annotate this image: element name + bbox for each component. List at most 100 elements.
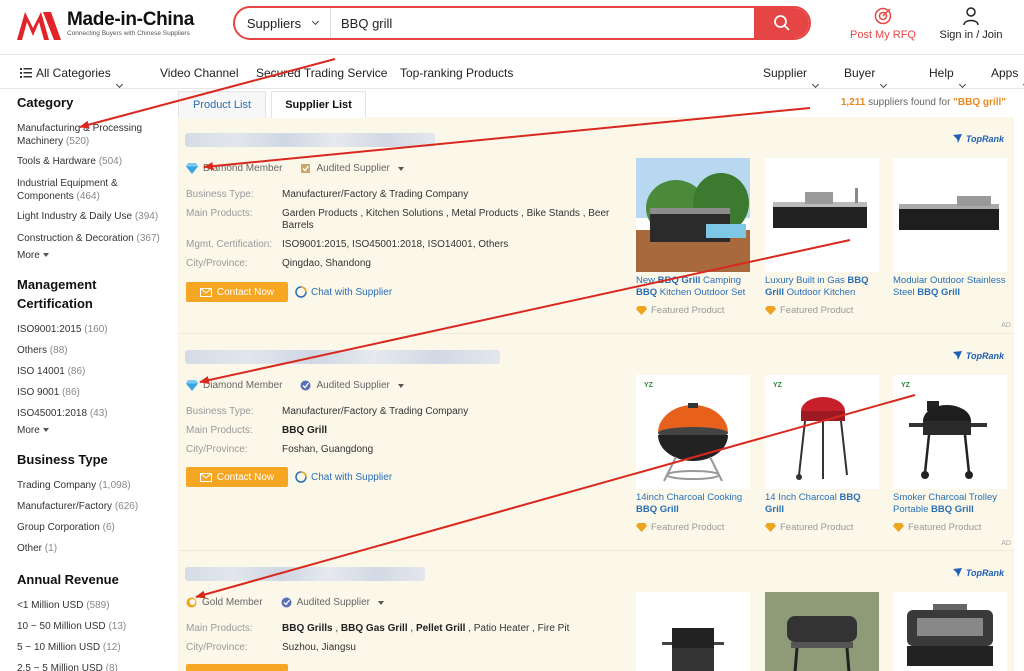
product-tile[interactable] (636, 592, 750, 671)
logo[interactable]: Made-in-China Connecting Buyers with Chi… (17, 8, 194, 40)
product-image[interactable] (636, 592, 750, 671)
secured-trading-link[interactable]: Secured Trading Service (256, 66, 387, 80)
cert-more-link[interactable]: More (17, 425, 49, 436)
product-title[interactable]: Modular Outdoor Stainless Steel BBQ Gril… (893, 275, 1007, 301)
category-item[interactable]: Light Industry & Daily Use (394) (17, 210, 167, 223)
business-label: Other (17, 543, 43, 554)
apps-menu[interactable]: Apps (991, 66, 1024, 89)
business-type-item[interactable]: Other (1) (17, 542, 167, 555)
audited-icon (281, 597, 292, 608)
caret-down-icon[interactable] (397, 166, 404, 171)
chevron-down-icon (880, 80, 888, 89)
revenue-count: (13) (108, 621, 127, 632)
cert-item[interactable]: ISO 14001 (86) (17, 365, 167, 378)
cert-item[interactable]: ISO9001:2015 (160) (17, 323, 167, 336)
product-tile[interactable]: YZ 14 Inch Charcoal BBQ Grill Featured P… (765, 375, 879, 533)
product-image[interactable]: YZ (636, 375, 750, 489)
product-title[interactable]: 14 Inch Charcoal BBQ Grill (765, 492, 879, 518)
product-image[interactable]: YZ (765, 375, 879, 489)
product-image[interactable] (893, 592, 1007, 671)
revenue-label: 2.5 ~ 5 Million USD (17, 663, 103, 671)
product-image[interactable]: YZ (893, 375, 1007, 489)
results-query: "BBQ grill" (953, 97, 1006, 108)
all-categories-menu[interactable]: All Categories (20, 66, 123, 89)
caret-down-icon[interactable] (397, 383, 404, 388)
product-tile[interactable]: YZ Smoker Charcoal Trolley Portable BBQ … (893, 375, 1007, 533)
revenue-item[interactable]: <1 Million USD (589) (17, 599, 167, 612)
member-level[interactable]: Diamond Member (203, 163, 282, 174)
category-title: Category (17, 95, 74, 110)
revenue-item[interactable]: 5 ~ 10 Million USD (12) (17, 641, 167, 654)
contact-now-button[interactable]: Contact Now (186, 467, 288, 487)
video-channel-link[interactable]: Video Channel (160, 66, 239, 80)
product-title[interactable]: Smoker Charcoal Trolley Portable BBQ Gri… (893, 492, 1007, 518)
contact-now-button[interactable] (186, 664, 288, 671)
product-image[interactable] (893, 158, 1007, 272)
product-title[interactable]: 14inch Charcoal Cooking BBQ Grill (636, 492, 750, 518)
audited-supplier-label[interactable]: Audited Supplier (297, 597, 370, 608)
cert-label: ISO9001:2015 (17, 324, 82, 335)
revenue-label: 10 ~ 50 Million USD (17, 621, 106, 632)
signin-link[interactable]: Sign in / Join (935, 6, 1007, 41)
category-label: Construction & Decoration (17, 233, 134, 244)
product-tile[interactable]: Luxury Built in Gas BBQ Grill Outdoor Ki… (765, 158, 879, 316)
tab-product-list[interactable]: Product List (178, 91, 266, 118)
supplier-name-blurred[interactable] (185, 567, 425, 581)
product-tile[interactable] (765, 592, 879, 671)
product-tile[interactable]: Modular Outdoor Stainless Steel BBQ Gril… (893, 158, 1007, 305)
chat-with-supplier-link[interactable]: Chat with Supplier (295, 471, 392, 483)
help-menu[interactable]: Help (929, 66, 966, 89)
category-item[interactable]: Tools & Hardware (504) (17, 155, 167, 168)
search-input[interactable] (331, 8, 754, 38)
search-type-select[interactable]: Suppliers (235, 8, 331, 38)
category-item[interactable]: Construction & Decoration (367) (17, 232, 167, 245)
city-value: Foshan, Guangdong (282, 444, 374, 455)
product-image[interactable] (636, 158, 750, 272)
post-rfq-link[interactable]: Post My RFQ (848, 6, 918, 41)
category-item[interactable]: Manufacturing & Processing Machinery (52… (17, 122, 167, 148)
cert-title-line-2: Certification (17, 296, 93, 311)
chat-with-supplier-link[interactable]: Chat with Supplier (295, 286, 392, 298)
supplier-menu[interactable]: Supplier (763, 66, 820, 89)
caret-down-icon[interactable] (377, 600, 384, 605)
supplier-name-blurred[interactable] (185, 133, 435, 147)
category-item[interactable]: Industrial Equipment & Components (464) (17, 177, 137, 203)
buyer-menu[interactable]: Buyer (844, 66, 888, 89)
audited-supplier-label[interactable]: Audited Supplier (316, 163, 389, 174)
cert-item[interactable]: ISO 9001 (86) (17, 386, 167, 399)
city-label: City/Province: (186, 444, 248, 455)
member-level[interactable]: Gold Member (202, 597, 263, 608)
logo-title: Made-in-China (67, 9, 194, 30)
contact-now-button[interactable]: Contact Now (186, 282, 288, 302)
product-image[interactable] (765, 158, 879, 272)
member-level[interactable]: Diamond Member (203, 380, 282, 391)
diamond-icon (186, 380, 198, 391)
business-type-item[interactable]: Trading Company (1,098) (17, 479, 167, 492)
category-more-link[interactable]: More (17, 250, 49, 261)
revenue-label: 5 ~ 10 Million USD (17, 642, 101, 653)
cert-item[interactable]: Others (88) (17, 344, 167, 357)
cert-item[interactable]: ISO45001:2018 (43) (17, 407, 167, 420)
product-title[interactable]: Luxury Built in Gas BBQ Grill Outdoor Ki… (765, 275, 879, 301)
revenue-item[interactable]: 2.5 ~ 5 Million USD (8) (17, 662, 167, 671)
search-icon (773, 15, 790, 31)
outdoor-kitchen-photo (636, 158, 750, 272)
revenue-item[interactable]: 10 ~ 50 Million USD (13) (17, 620, 167, 633)
audited-supplier-label[interactable]: Audited Supplier (316, 380, 389, 391)
search-button[interactable] (754, 8, 809, 38)
business-type-item[interactable]: Group Corporation (6) (17, 521, 167, 534)
supplier-name-blurred[interactable] (185, 350, 500, 364)
top-ranking-link[interactable]: Top-ranking Products (400, 66, 513, 80)
search-bar: Suppliers (233, 6, 811, 40)
featured-label: Featured Product (780, 522, 854, 533)
modular-kitchen-photo (899, 196, 999, 230)
product-tile[interactable]: New BBQ Grill Camping BBQ Kitchen Outdoo… (636, 158, 750, 316)
product-title[interactable]: New BBQ Grill Camping BBQ Kitchen Outdoo… (636, 275, 750, 301)
result-tabs: Product List Supplier List 1,211 supplie… (178, 90, 1014, 118)
business-type-item[interactable]: Manufacturer/Factory (626) (17, 500, 167, 513)
tab-supplier-list[interactable]: Supplier List (271, 91, 366, 118)
product-tile[interactable]: YZ 14inch Charcoal Cooking BBQ Grill Fea… (636, 375, 750, 533)
category-count: (367) (136, 233, 160, 244)
product-image[interactable] (765, 592, 879, 671)
product-tile[interactable] (893, 592, 1007, 671)
